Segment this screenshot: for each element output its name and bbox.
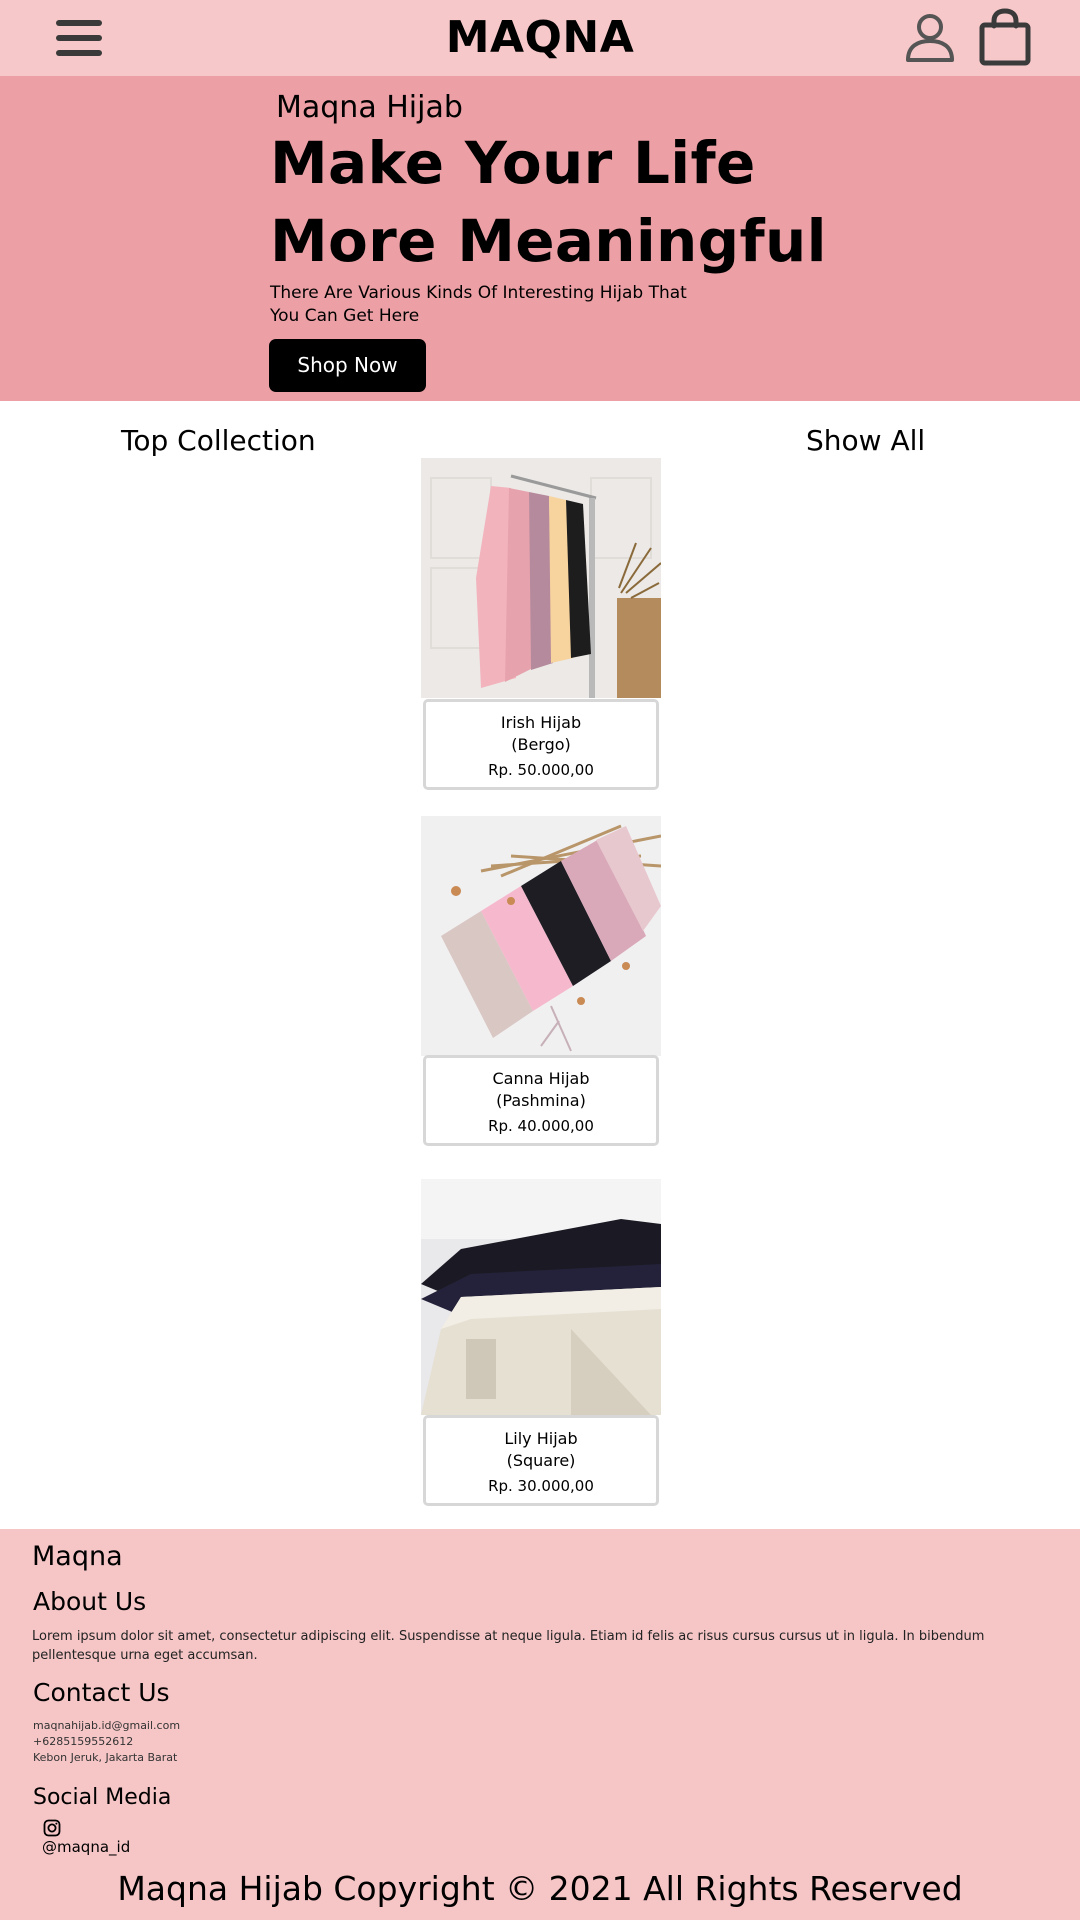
product-image[interactable] — [421, 816, 661, 1056]
about-us-text: Lorem ipsum dolor sit amet, consectetur … — [32, 1629, 985, 1663]
instagram-icon[interactable] — [43, 1819, 61, 1837]
product-name-line-2: (Bergo) — [511, 735, 571, 754]
contact-email[interactable]: maqnahijab.id@gmail.com — [33, 1718, 180, 1734]
product-info: Irish Hijab (Bergo) Rp. 50.000,00 — [423, 699, 659, 790]
top-navbar: MAQNA — [0, 0, 1080, 76]
product-name-line-1: Irish Hijab — [500, 713, 582, 732]
product-info: Canna Hijab (Pashmina) Rp. 40.000,00 — [423, 1055, 659, 1146]
hero-title-line-1: Make Your Life — [270, 129, 756, 197]
section-title: Top Collection — [121, 424, 316, 457]
product-price: Rp. 40.000,00 — [488, 1117, 594, 1135]
product-price: Rp. 30.000,00 — [488, 1477, 594, 1495]
copyright-text: Maqna Hijab Copyright © 2021 All Rights … — [117, 1869, 963, 1908]
product-image[interactable] — [421, 1179, 661, 1419]
footer: Maqna About Us Lorem ipsum dolor sit ame… — [0, 1529, 1080, 1920]
contact-address: Kebon Jeruk, Jakarta Barat — [33, 1751, 178, 1764]
contact-details: maqnahijab.id@gmail.com +6285159552612 K… — [33, 1718, 180, 1766]
product-name: Irish Hijab (Bergo) — [426, 712, 656, 756]
hero-title: Make Your Life More Meaningful — [270, 124, 827, 280]
product-name-line-1: Canna Hijab — [492, 1069, 590, 1088]
product-name-line-1: Lily Hijab — [504, 1429, 578, 1448]
product-price: Rp. 50.000,00 — [488, 761, 594, 779]
footer-brand: Maqna — [32, 1541, 123, 1572]
product-name-line-2: (Square) — [506, 1451, 576, 1470]
show-all-link[interactable]: Show All — [806, 422, 925, 460]
hero-description: There Are Various Kinds Of Interesting H… — [270, 283, 687, 326]
shop-now-button[interactable]: Shop Now — [269, 339, 426, 392]
product-name: Lily Hijab (Square) — [426, 1428, 656, 1472]
user-icon[interactable] — [904, 12, 956, 64]
product-name-line-2: (Pashmina) — [496, 1091, 586, 1110]
contact-phone[interactable]: +6285159552612 — [33, 1734, 180, 1750]
shopping-bag-icon[interactable] — [978, 8, 1032, 66]
about-us-heading: About Us — [33, 1587, 147, 1616]
hero-subtitle: Maqna Hijab — [276, 90, 463, 125]
product-image[interactable] — [421, 458, 661, 698]
social-media-heading: Social Media — [33, 1785, 172, 1810]
hero-banner: Maqna Hijab Make Your Life More Meaningf… — [0, 76, 1080, 401]
product-name: Canna Hijab (Pashmina) — [426, 1068, 656, 1112]
contact-us-heading: Contact Us — [33, 1678, 170, 1707]
hero-title-line-2: More Meaningful — [270, 207, 827, 275]
product-info: Lily Hijab (Square) Rp. 30.000,00 — [423, 1415, 659, 1506]
instagram-handle[interactable]: @maqna_id — [42, 1837, 130, 1857]
